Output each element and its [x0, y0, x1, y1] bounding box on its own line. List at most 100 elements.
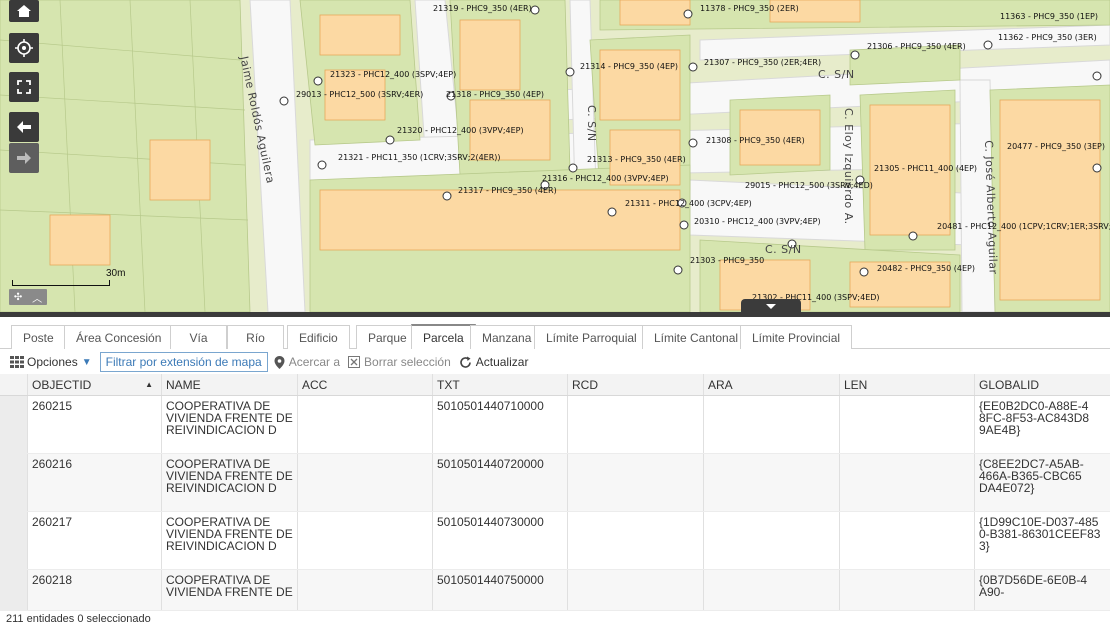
- chevron-up-icon: ︿: [32, 293, 43, 305]
- refresh-button[interactable]: Actualizar: [459, 355, 528, 369]
- cell-txt: 5010501440750000: [432, 570, 567, 610]
- clear-selection-icon: [348, 356, 361, 368]
- cell-globalid: {1D99C10E-D037-4850-B381-86301CEEF833}: [974, 512, 1106, 569]
- map-feature-label: 20481 - PHC12_400 (1CPV;1CRV;1ER;3SRV;: [937, 222, 1110, 231]
- map-view[interactable]: Jaime Roldós Aguilera C. S/N C. S/N C. S…: [0, 0, 1110, 312]
- cell-acc: [297, 570, 432, 610]
- cell-len: [839, 454, 974, 511]
- locate-button[interactable]: [9, 33, 39, 63]
- tab-limite-parroquial[interactable]: Límite Parroquial: [534, 325, 649, 349]
- column-header-len[interactable]: LEN: [839, 374, 974, 395]
- cell-ara: [703, 570, 839, 610]
- column-header-name[interactable]: NAME: [161, 374, 297, 395]
- cell-name: COOPERATIVA DE VIVIENDA FRENTE DE REIVIN…: [161, 396, 297, 453]
- options-menu-button[interactable]: Opciones ▼: [10, 355, 92, 369]
- previous-extent-button[interactable]: [9, 112, 39, 142]
- zoom-to-button[interactable]: Acercar a: [274, 355, 340, 369]
- map-feature-label: 20482 - PHC9_350 (4EP): [877, 264, 975, 273]
- column-header-objectid[interactable]: OBJECTID ▲: [27, 374, 161, 395]
- tab-parcela[interactable]: Parcela: [411, 324, 476, 349]
- cell-len: [839, 512, 974, 569]
- table-row[interactable]: 260217 COOPERATIVA DE VIVIENDA FRENTE DE…: [0, 512, 1110, 570]
- clear-selection-label: Borrar selección: [364, 355, 451, 369]
- tab-via[interactable]: Vía: [170, 325, 227, 349]
- map-feature-label: 20477 - PHC9_350 (3EP): [1007, 142, 1105, 151]
- tab-edificio[interactable]: Edificio: [287, 325, 350, 349]
- tab-parque[interactable]: Parque: [356, 325, 419, 349]
- cell-name: COOPERATIVA DE VIVIENDA FRENTE DE REIVIN…: [161, 454, 297, 511]
- map-feature-label: 21320 - PHC12_400 (3VPV;4EP): [397, 126, 524, 135]
- fullscreen-icon: [17, 80, 31, 94]
- layer-tabs: Poste Área Concesión Vía Río Edificio Pa…: [0, 317, 1110, 349]
- map-feature-label: 21307 - PHC9_350 (2ER;4ER): [704, 58, 822, 67]
- cell-rcd: [567, 512, 703, 569]
- cell-globalid: {C8EE2DC7-A5AB-466A-B365-CBC65DA4E072}: [974, 454, 1094, 511]
- status-bar: 211 entidades 0 seleccionado: [6, 613, 151, 625]
- map-feature-label: 21303 - PHC9_350: [690, 256, 765, 265]
- table-row[interactable]: 260216 COOPERATIVA DE VIVIENDA FRENTE DE…: [0, 454, 1110, 512]
- row-selector[interactable]: [0, 512, 27, 569]
- tab-manzana[interactable]: Manzana: [470, 325, 544, 349]
- tab-rio[interactable]: Río: [227, 325, 284, 349]
- crosshair-icon: ✣: [13, 291, 23, 303]
- cell-objectid: 260218: [27, 570, 161, 610]
- cell-ara: [703, 512, 839, 569]
- map-feature-label: 21316 - PHC12_400 (3VPV;4EP): [542, 174, 669, 183]
- street-label: C. S/N: [585, 105, 598, 142]
- column-header-txt[interactable]: TXT: [432, 374, 567, 395]
- home-button[interactable]: [9, 0, 39, 22]
- row-selector[interactable]: [0, 454, 27, 511]
- map-feature-label: 11378 - PHC9_350 (2ER): [700, 4, 799, 13]
- map-feature-label: 21308 - PHC9_350 (4ER): [706, 136, 805, 145]
- cell-globalid: {0B7D56DE-6E0B-4A90-: [974, 570, 1094, 610]
- column-header-ara[interactable]: ARA: [703, 374, 839, 395]
- street-label: C. S/N: [818, 68, 855, 81]
- options-label: Opciones: [27, 355, 78, 369]
- scale-label: 30m: [106, 268, 126, 279]
- row-selector[interactable]: [0, 396, 27, 453]
- cell-ara: [703, 396, 839, 453]
- column-header-label: OBJECTID: [32, 378, 92, 392]
- select-all-cell[interactable]: [0, 374, 27, 395]
- column-header-rcd[interactable]: RCD: [567, 374, 703, 395]
- row-selector[interactable]: [0, 570, 27, 610]
- next-extent-button[interactable]: [9, 143, 39, 173]
- cell-name: COOPERATIVA DE VIVIENDA FRENTE DE: [161, 570, 297, 610]
- grid-icon: [10, 356, 24, 368]
- cell-txt: 5010501440720000: [432, 454, 567, 511]
- map-feature-label: 21306 - PHC9_350 (4ER): [867, 42, 966, 51]
- overview-map-toggle[interactable]: ✣ ︿: [9, 289, 47, 305]
- table-header: OBJECTID ▲ NAME ACC TXT RCD ARA LEN GLOB…: [0, 374, 1110, 396]
- table-row[interactable]: 260218 COOPERATIVA DE VIVIENDA FRENTE DE…: [0, 570, 1110, 611]
- tab-poste[interactable]: Poste: [11, 325, 66, 349]
- map-feature-label: 21314 - PHC9_350 (4EP): [580, 62, 678, 71]
- column-header-globalid[interactable]: GLOBALID: [974, 374, 1110, 395]
- cell-rcd: [567, 454, 703, 511]
- table-row[interactable]: 260215 COOPERATIVA DE VIVIENDA FRENTE DE…: [0, 396, 1110, 454]
- clear-selection-button[interactable]: Borrar selección: [348, 355, 451, 369]
- tab-limite-provincial[interactable]: Límite Provincial: [740, 325, 853, 349]
- table-toolbar: Opciones ▼ Filtrar por extensión de mapa…: [0, 350, 1110, 374]
- cell-objectid: 260216: [27, 454, 161, 511]
- cell-len: [839, 396, 974, 453]
- map-feature-label: 21317 - PHC9_350 (4ER): [458, 186, 557, 195]
- tab-area-concesion[interactable]: Área Concesión: [64, 325, 174, 349]
- collapse-table-handle[interactable]: [741, 299, 801, 312]
- map-feature-label: 21318 - PHC9_350 (4EP): [446, 90, 544, 99]
- map-feature-label: 21311 - PHC12_400 (3CPV;4EP): [625, 199, 752, 208]
- locate-icon: [15, 39, 33, 57]
- fullscreen-button[interactable]: [9, 72, 39, 102]
- map-feature-label: 20310 - PHC12_400 (3VPV;4EP): [694, 217, 821, 226]
- filter-by-extent-button[interactable]: Filtrar por extensión de mapa: [99, 352, 268, 372]
- refresh-icon: [459, 356, 471, 368]
- home-icon: [17, 5, 31, 17]
- cell-txt: 5010501440710000: [432, 396, 567, 453]
- sort-ascending-icon: ▲: [145, 380, 153, 389]
- map-feature-label: 21313 - PHC9_350 (4ER): [587, 155, 686, 164]
- column-header-acc[interactable]: ACC: [297, 374, 432, 395]
- tab-limite-cantonal[interactable]: Límite Cantonal: [642, 325, 751, 349]
- street-label: C. Eloy Izquierdo A.: [842, 108, 855, 225]
- arrow-right-icon: [17, 152, 31, 164]
- map-feature-label: 21305 - PHC11_400 (4EP): [874, 164, 978, 173]
- map-pin-icon: [274, 355, 285, 369]
